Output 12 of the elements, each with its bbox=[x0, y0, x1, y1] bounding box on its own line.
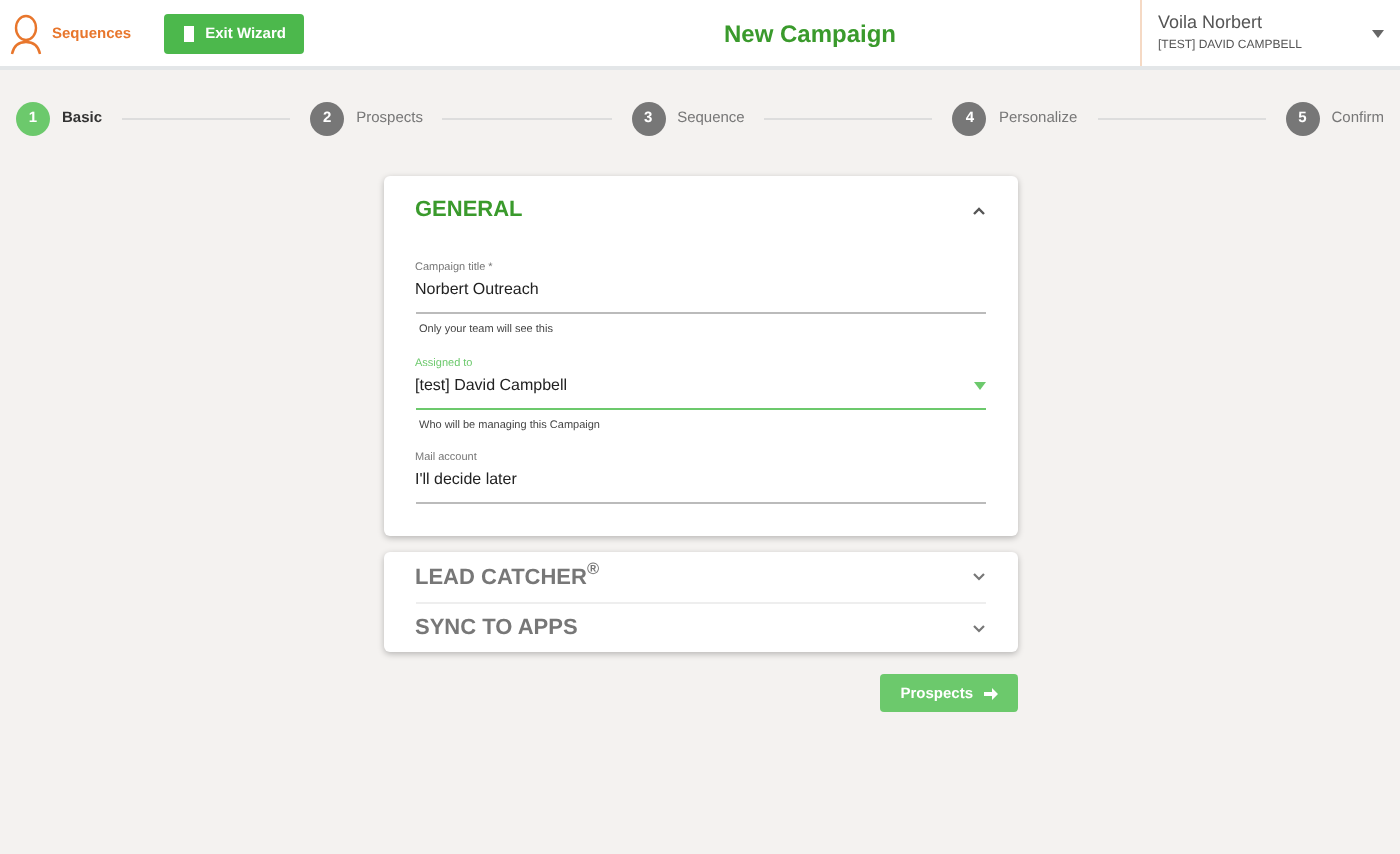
caret-icon bbox=[1372, 29, 1384, 37]
section-title[interactable]: GENERAL bbox=[415, 193, 523, 227]
section-title[interactable]: SYNC TO APPS bbox=[415, 612, 578, 645]
section-title[interactable]: LEAD CATCHER$^{®}$ bbox=[415, 561, 600, 594]
account-name: Voila Norbert bbox=[1158, 10, 1265, 37]
dropdown-caret-icon bbox=[973, 381, 985, 390]
input-field[interactable]: I'll decide later bbox=[415, 466, 985, 505]
arrow-right-icon bbox=[983, 687, 997, 700]
input-field[interactable]: [test] David Campbell bbox=[415, 371, 985, 410]
page-title: New Campaign bbox=[723, 17, 896, 51]
person-outline-icon bbox=[8, 11, 44, 55]
input-field[interactable]: Norbert Outreach bbox=[415, 276, 985, 315]
